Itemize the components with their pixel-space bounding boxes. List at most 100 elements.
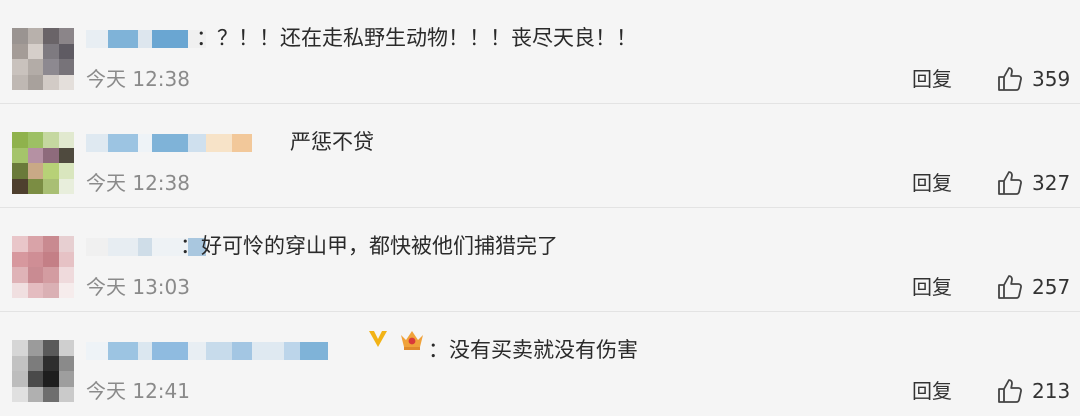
username-blur-block <box>206 342 232 360</box>
like-count: 327 <box>1032 171 1071 195</box>
username-blur-block <box>188 342 206 360</box>
username-blur-block <box>108 134 138 152</box>
avatar-pixel <box>27 267 43 283</box>
username-blur-block <box>108 342 138 360</box>
avatar-pixel <box>27 371 43 387</box>
comment-list: ：？！！还在走私野生动物！！！丧尽天良！！ 今天 12:38 回复 359 严惩… <box>0 0 1080 416</box>
comment-item: ：好可怜的穿山甲，都快被他们捕猎完了 今天 13:03 回复 257 <box>0 208 1080 312</box>
avatar-pixel <box>43 132 59 148</box>
avatar-pixel <box>43 43 59 59</box>
username-blur-block <box>252 342 284 360</box>
username-blur-block <box>138 342 152 360</box>
avatar[interactable] <box>12 236 74 298</box>
avatar-pixel <box>58 251 74 267</box>
thumbs-up-icon <box>998 171 1022 195</box>
reply-button[interactable]: 回复 <box>912 64 952 94</box>
username-blur-block <box>232 134 252 152</box>
avatar-pixel <box>27 28 43 44</box>
like-count: 213 <box>1032 379 1071 403</box>
comment-item: ：？！！还在走私野生动物！！！丧尽天良！！ 今天 12:38 回复 359 <box>0 0 1080 104</box>
avatar-pixel <box>27 163 43 179</box>
thumbs-up-icon <box>998 67 1022 91</box>
like-count: 257 <box>1032 275 1071 299</box>
avatar[interactable] <box>12 28 74 90</box>
avatar-pixel <box>58 355 74 371</box>
like-count: 359 <box>1032 67 1071 91</box>
avatar-pixel <box>43 267 59 283</box>
username[interactable] <box>86 26 206 52</box>
avatar-pixel <box>58 43 74 59</box>
avatar-pixel <box>12 282 28 298</box>
avatar-pixel <box>43 74 59 90</box>
username-blur-block <box>86 134 108 152</box>
reply-button[interactable]: 回复 <box>912 168 952 198</box>
comment-item: ：没有买卖就没有伤害 今天 12:41 回复 213 <box>0 312 1080 416</box>
username-blur-block <box>108 238 138 256</box>
avatar-pixel <box>12 132 28 148</box>
avatar-pixel <box>12 371 28 387</box>
like-button[interactable]: 257 <box>996 272 1070 302</box>
avatar-pixel <box>43 147 59 163</box>
username-blur-block <box>152 30 188 48</box>
username[interactable] <box>86 130 252 156</box>
username-blur-block <box>86 342 108 360</box>
avatar-pixel <box>43 163 59 179</box>
avatar-pixel <box>12 178 28 194</box>
comment-text: ：好可怜的穿山甲，都快被他们捕猎完了 <box>180 234 558 258</box>
username[interactable] <box>86 338 328 364</box>
avatar-pixel <box>58 59 74 75</box>
like-button[interactable]: 213 <box>996 376 1070 406</box>
avatar-pixel <box>43 340 59 356</box>
avatar-pixel <box>58 74 74 90</box>
avatar-pixel <box>43 282 59 298</box>
avatar-pixel <box>27 340 43 356</box>
like-button[interactable]: 359 <box>996 64 1070 94</box>
username-blur-block <box>284 342 300 360</box>
avatar-pixel <box>27 236 43 252</box>
avatar-pixel <box>58 282 74 298</box>
avatar-pixel <box>12 251 28 267</box>
avatar[interactable] <box>12 340 74 402</box>
avatar-pixel <box>43 28 59 44</box>
avatar-pixel <box>12 147 28 163</box>
comment-time: 今天 12:38 <box>86 67 190 91</box>
avatar-pixel <box>27 282 43 298</box>
comment-time: 今天 13:03 <box>86 275 190 299</box>
username-blur-block <box>152 342 188 360</box>
vip-badge-icon <box>366 326 390 350</box>
username-blur-block <box>300 342 328 360</box>
avatar-pixel <box>43 371 59 387</box>
avatar-pixel <box>58 28 74 44</box>
avatar-pixel <box>27 43 43 59</box>
avatar-pixel <box>58 267 74 283</box>
comment-text: 严惩不贷 <box>290 130 374 154</box>
comment-time: 今天 12:38 <box>86 171 190 195</box>
avatar-pixel <box>58 147 74 163</box>
like-button[interactable]: 327 <box>996 168 1070 198</box>
avatar-pixel <box>43 178 59 194</box>
avatar-pixel <box>12 28 28 44</box>
avatar-pixel <box>12 267 28 283</box>
avatar-pixel <box>58 371 74 387</box>
username-blur-block <box>188 134 206 152</box>
reply-button[interactable]: 回复 <box>912 376 952 406</box>
avatar-pixel <box>43 236 59 252</box>
username-blur-block <box>152 134 188 152</box>
username-blur-block <box>232 342 252 360</box>
avatar-pixel <box>43 59 59 75</box>
avatar-pixel <box>58 340 74 356</box>
avatar-pixel <box>58 386 74 402</box>
avatar[interactable] <box>12 132 74 194</box>
avatar-pixel <box>43 355 59 371</box>
avatar-pixel <box>43 386 59 402</box>
comment-item: 严惩不贷 今天 12:38 回复 327 <box>0 104 1080 208</box>
username-blur-block <box>86 30 108 48</box>
avatar-pixel <box>27 59 43 75</box>
username-blur-block <box>108 30 138 48</box>
reply-button[interactable]: 回复 <box>912 272 952 302</box>
thumbs-up-icon <box>998 275 1022 299</box>
avatar-pixel <box>58 178 74 194</box>
avatar-pixel <box>12 163 28 179</box>
avatar-pixel <box>58 163 74 179</box>
avatar-pixel <box>12 386 28 402</box>
